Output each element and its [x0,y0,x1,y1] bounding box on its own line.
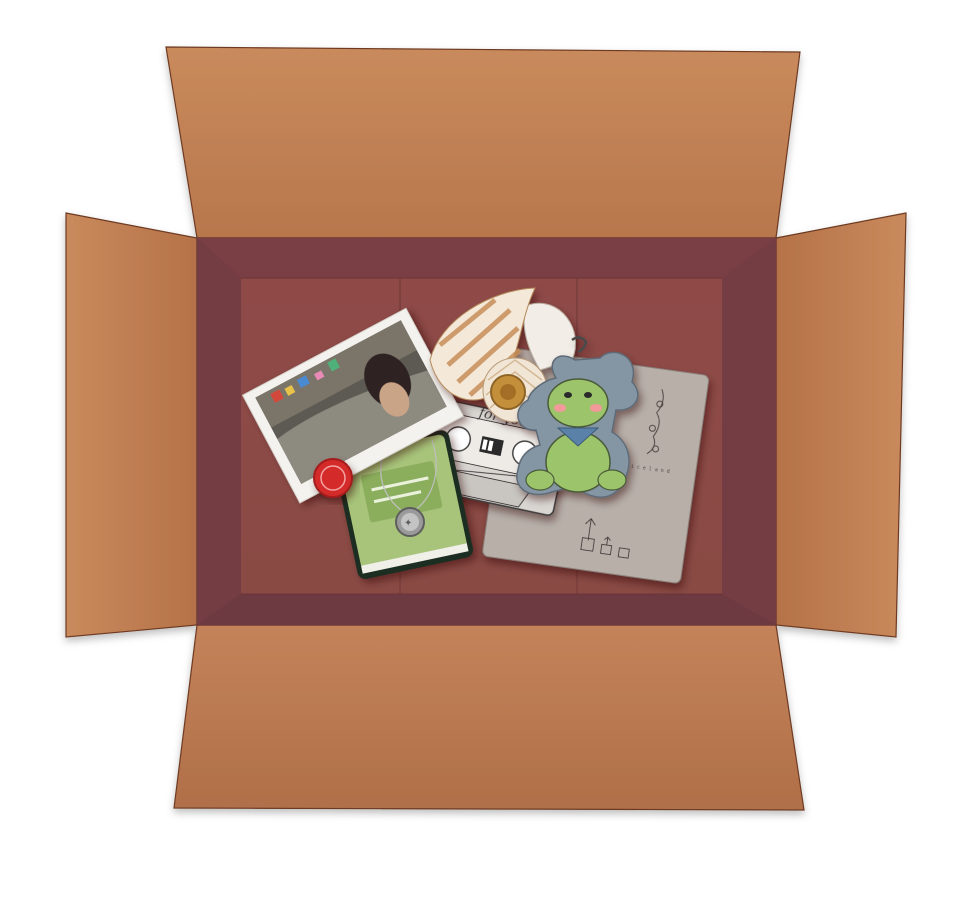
inner-wall-left [197,238,241,625]
svg-text:✦: ✦ [404,518,412,529]
right-flap[interactable] [775,212,907,638]
inner-wall-bottom [197,594,776,625]
inner-wall-right [722,238,776,625]
frog-icon [547,378,609,428]
bottom-flap[interactable] [173,624,805,811]
open-box-scene: i c e l a n d for you ✦ [65,46,907,811]
wax-seal[interactable] [313,458,353,498]
top-flap[interactable] [165,46,801,239]
left-flap[interactable] [65,212,198,638]
inner-wall-top [197,238,776,278]
wax-seal-icon [313,458,353,498]
